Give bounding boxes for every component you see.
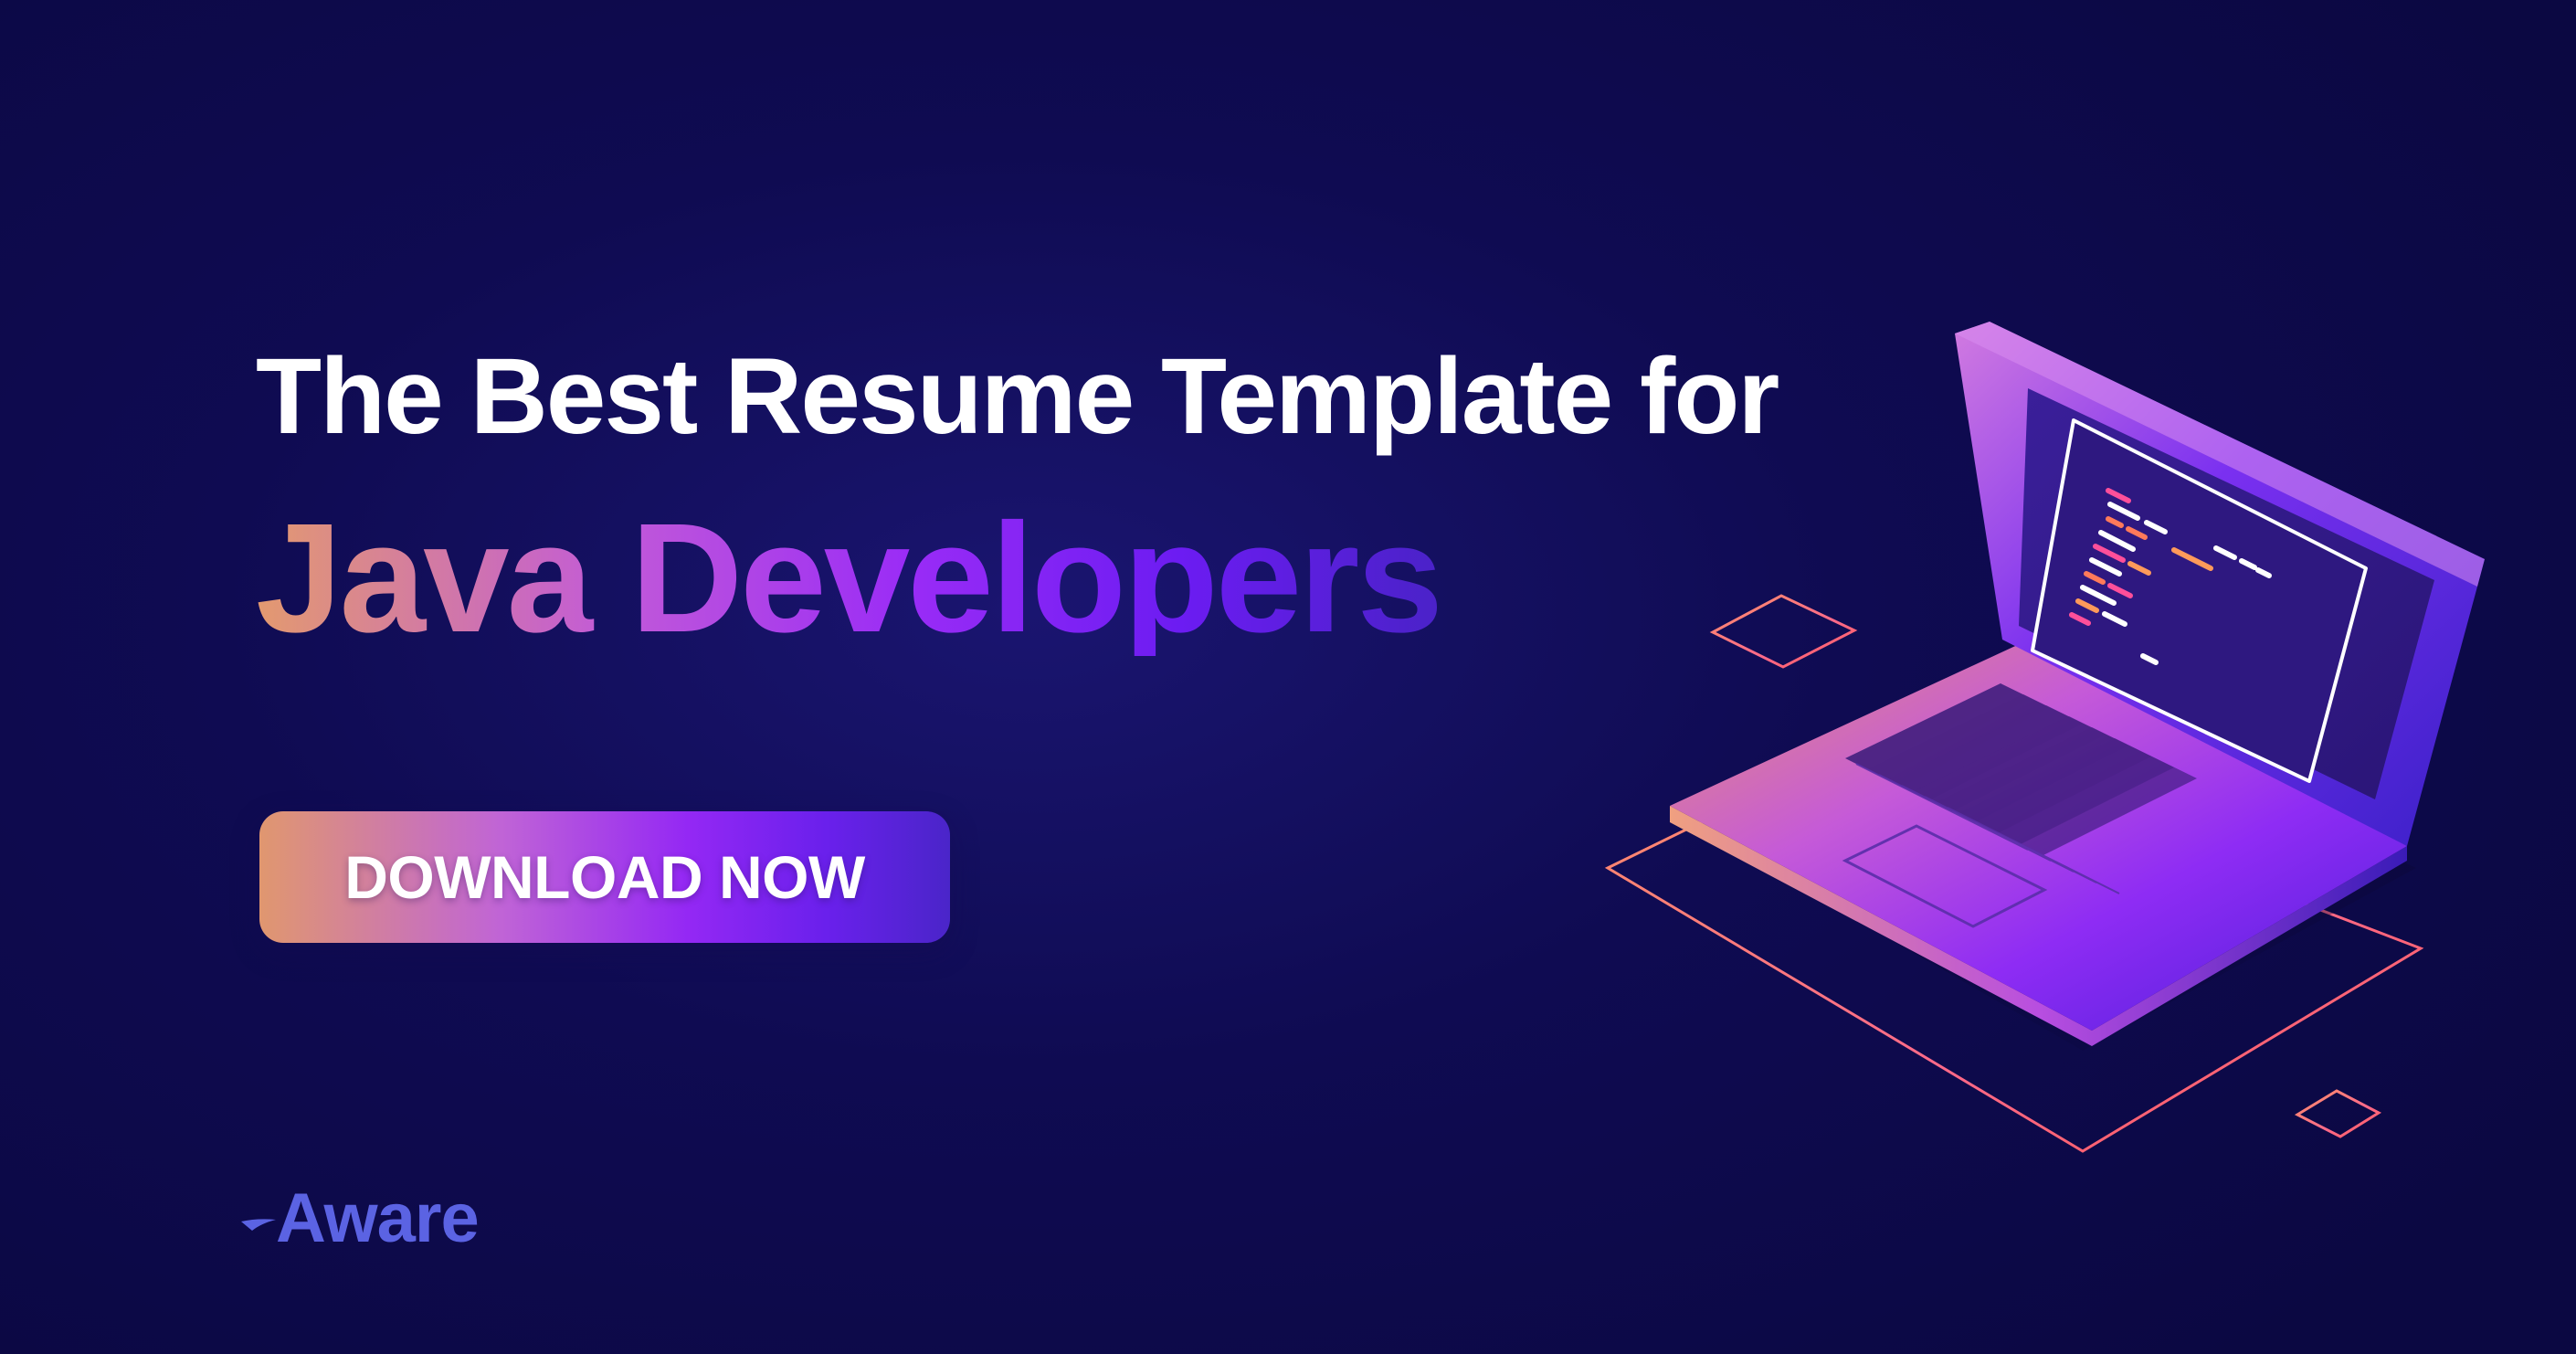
aware-logo[interactable]: Aware [239,1177,480,1259]
floating-diamond-small [2294,1089,2382,1138]
star-swoosh-icon [241,1219,276,1231]
headline-line-1: The Best Resume Template for [256,336,1779,457]
floating-diamond-large [1709,594,1858,669]
laptop-illustration [1604,322,2485,1153]
download-now-label: DOWNLOAD NOW [344,843,865,911]
headline-line-2: Java Developers [256,492,1443,665]
logo-text: Aware [276,1179,480,1257]
download-now-button[interactable]: DOWNLOAD NOW [259,811,950,943]
